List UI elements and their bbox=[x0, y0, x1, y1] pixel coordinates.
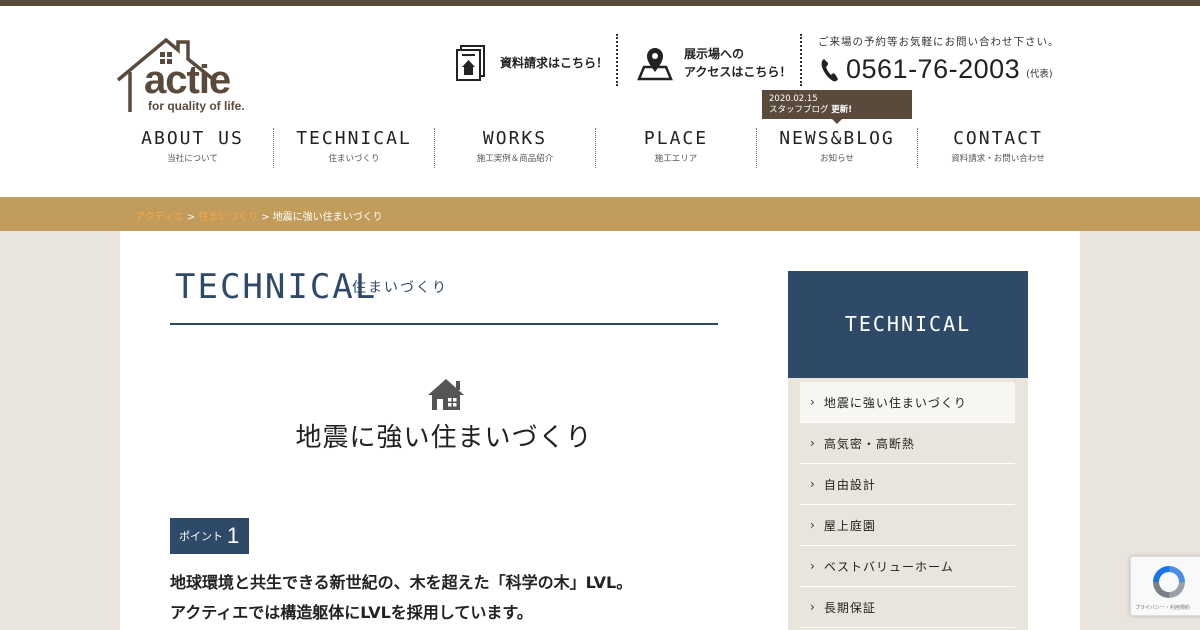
sidebar-item-label: 長期保証 bbox=[823, 600, 876, 615]
chevron-right-icon: › bbox=[810, 436, 816, 450]
chevron-right-icon: › bbox=[810, 600, 816, 614]
map-pin-icon bbox=[637, 48, 673, 81]
news-badge-date: 2020.02.15 bbox=[769, 94, 818, 104]
breadcrumb: アクティエ > 住まいづくり > 地震に強い住まいづくり bbox=[0, 197, 1200, 231]
logo[interactable]: actie for quality of life. bbox=[116, 34, 256, 120]
section-heading-ja: 住まいづくり bbox=[352, 280, 448, 296]
nav-item-news-blog[interactable]: NEWS&BLOG お知らせ bbox=[756, 128, 917, 168]
news-badge-new: 更新! bbox=[831, 105, 853, 115]
contact-note: ご来場の予約等お気軽にお問い合わせ下さい。 bbox=[818, 36, 1060, 48]
nav-item-label-ja: 住まいづくり bbox=[328, 154, 380, 164]
nav-item-label-ja: 当社について bbox=[167, 154, 218, 164]
nav-item-label-en: PLACE bbox=[643, 128, 709, 149]
news-badge[interactable]: 2020.02.15 スタッフブログ 更新! bbox=[762, 90, 912, 124]
phone-icon bbox=[821, 58, 838, 81]
news-badge-text: スタッフブログ bbox=[769, 105, 829, 115]
sidebar-item-insulation[interactable]: › 高気密・高断熱 bbox=[800, 423, 1015, 464]
nav-item-label-ja: 資料請求・お問い合わせ bbox=[951, 154, 1045, 164]
recaptcha-icon bbox=[1153, 566, 1185, 598]
sidebar-item-label: 地震に強い住まいづくり bbox=[823, 395, 967, 410]
nav-item-works[interactable]: WORKS 施工実例＆商品紹介 bbox=[434, 128, 595, 168]
document-icon bbox=[456, 45, 485, 81]
showroom-label-line2: アクセスはこちら！ bbox=[684, 65, 792, 79]
nav-item-label-en: NEWS&BLOG bbox=[779, 128, 895, 149]
sidebar-item-label: 高気密・高断熱 bbox=[823, 436, 915, 451]
heading-underline bbox=[170, 323, 718, 325]
phone-link[interactable]: 0561-76-2003 (代表) bbox=[820, 54, 1053, 85]
showroom-label-line1: 展示場への bbox=[684, 47, 745, 61]
nav-item-label-en: WORKS bbox=[482, 128, 548, 149]
chevron-right-icon: › bbox=[810, 559, 816, 573]
nav-item-label-ja: 施工エリア bbox=[654, 154, 698, 164]
nav-item-place[interactable]: PLACE 施工エリア bbox=[595, 128, 756, 168]
point-number: 1 bbox=[227, 523, 240, 548]
sidebar-item-long-term-warranty[interactable]: › 長期保証 bbox=[800, 587, 1015, 628]
document-request-link[interactable]: 資料請求はこちら！ bbox=[456, 38, 608, 88]
breadcrumb-separator: > bbox=[186, 212, 196, 223]
nav-item-contact[interactable]: CONTACT 資料請求・お問い合わせ bbox=[917, 128, 1078, 168]
chevron-right-icon: › bbox=[810, 395, 816, 409]
sidebar-item-label: 屋上庭園 bbox=[823, 518, 876, 533]
logo-wordmark: actie bbox=[144, 58, 231, 102]
point-line-1: 地球環境と共生できる新世紀の、木を超えた「科学の木」LVL。 bbox=[170, 573, 633, 592]
phone-number: 0561-76-2003 bbox=[846, 54, 1021, 84]
sidebar-item-rooftop-garden[interactable]: › 屋上庭園 bbox=[800, 505, 1015, 546]
sidebar-item-free-design[interactable]: › 自由設計 bbox=[800, 464, 1015, 505]
sidebar-menu: › 地震に強い住まいづくり › 高気密・高断熱 › 自由設計 › 屋上庭園 › … bbox=[788, 378, 1028, 630]
nav-item-about-us[interactable]: ABOUT US 当社について bbox=[112, 128, 273, 168]
sidebar-title: TECHNICAL bbox=[788, 271, 1028, 378]
point-badge: ポイント 1 bbox=[170, 518, 249, 554]
page-title: 地震に強い住まいづくり bbox=[295, 423, 593, 453]
nav-item-label-en: TECHNICAL bbox=[296, 128, 412, 149]
sidebar-item-earthquake[interactable]: › 地震に強い住まいづくり bbox=[800, 382, 1015, 423]
nav-item-label-en: CONTACT bbox=[953, 128, 1043, 149]
breadcrumb-separator: > bbox=[261, 212, 270, 223]
nav-item-technical[interactable]: TECHNICAL 住まいづくり bbox=[273, 128, 434, 168]
breadcrumb-current: 地震に強い住まいづくり bbox=[272, 212, 383, 223]
breadcrumb-home-link[interactable]: アクティエ bbox=[135, 212, 184, 223]
chevron-right-icon: › bbox=[810, 518, 816, 532]
chevron-right-icon: › bbox=[810, 477, 816, 491]
site-header: actie for quality of life. 資料請求はこちら！ 展示場… bbox=[0, 6, 1200, 197]
header-divider bbox=[616, 34, 618, 86]
point-description: 地球環境と共生できる新世紀の、木を超えた「科学の木」LVL。 アクティエでは構造… bbox=[170, 568, 632, 628]
breadcrumb-technical-link[interactable]: 住まいづくり bbox=[198, 212, 258, 223]
house-icon bbox=[428, 379, 464, 410]
document-request-label: 資料請求はこちら！ bbox=[500, 56, 609, 70]
sidebar-item-best-value-home[interactable]: › ベストバリューホーム bbox=[800, 546, 1015, 587]
point-line-2: アクティエでは構造躯体にLVLを採用しています。 bbox=[170, 603, 533, 622]
showroom-access-link[interactable]: 展示場への アクセスはこちら！ bbox=[636, 38, 791, 88]
sidebar-item-label: ベストバリューホーム bbox=[823, 559, 954, 574]
sidebar-item-label: 自由設計 bbox=[823, 477, 876, 492]
logo-tagline: for quality of life. bbox=[148, 99, 245, 113]
phone-note: (代表) bbox=[1026, 68, 1053, 80]
section-heading-en: TECHNICAL bbox=[175, 267, 378, 307]
main-nav: ABOUT US 当社について TECHNICAL 住まいづくり WORKS 施… bbox=[112, 128, 1078, 170]
recaptcha-label: プライバシー・利用規約 bbox=[1135, 605, 1190, 611]
point-label: ポイント bbox=[179, 530, 223, 543]
nav-item-label-en: ABOUT US bbox=[141, 128, 244, 149]
nav-item-label-ja: 施工実例＆商品紹介 bbox=[476, 154, 554, 164]
nav-item-label-ja: お知らせ bbox=[820, 154, 854, 164]
header-divider bbox=[800, 34, 802, 86]
recaptcha-badge[interactable]: プライバシー・利用規約 bbox=[1130, 556, 1200, 616]
